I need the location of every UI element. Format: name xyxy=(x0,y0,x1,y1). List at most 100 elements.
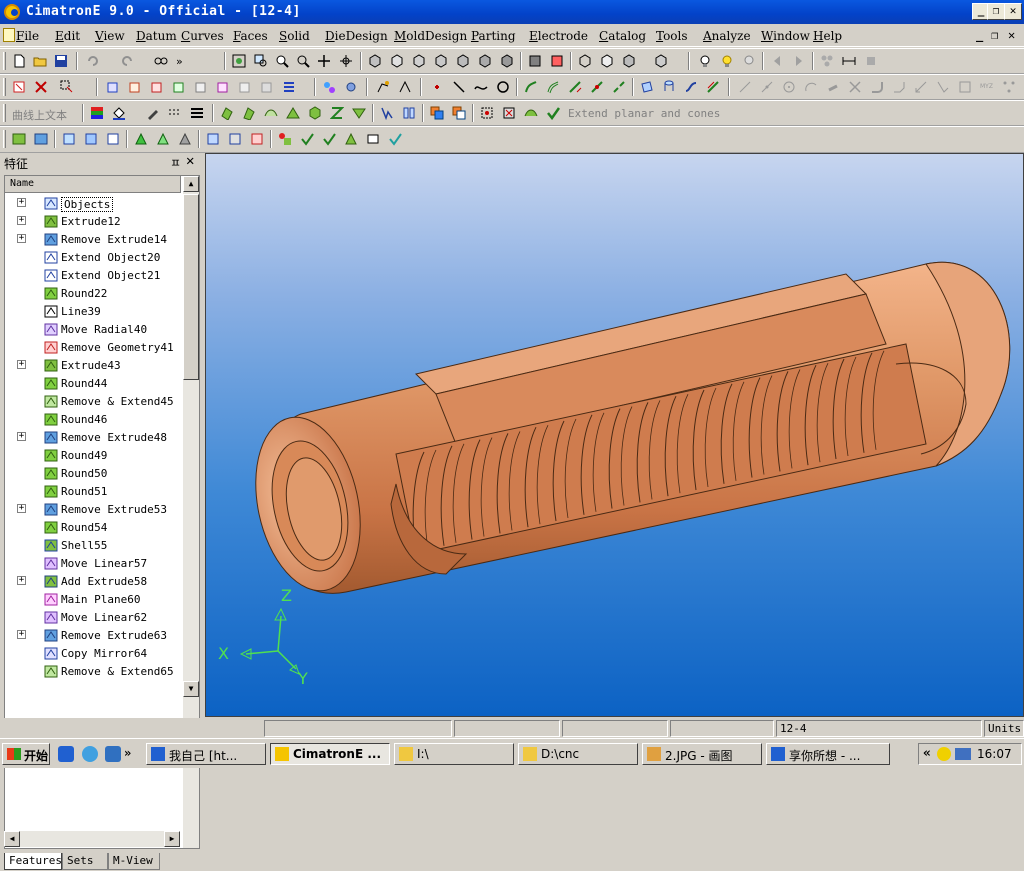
mold-plate-icon[interactable] xyxy=(32,130,50,148)
mesh-surface-icon[interactable] xyxy=(328,104,346,122)
connect-icon[interactable] xyxy=(320,78,338,96)
undo-icon[interactable] xyxy=(84,52,102,70)
view-iso-icon[interactable] xyxy=(366,52,384,70)
line-tool-icon[interactable] xyxy=(450,78,468,96)
tree-item[interactable]: Round49 xyxy=(5,446,183,464)
sketch-line-icon[interactable] xyxy=(736,78,754,96)
filter-edges-icon[interactable] xyxy=(126,78,144,96)
menu-window[interactable]: Window xyxy=(761,29,810,43)
scroll-left-icon[interactable]: ◀ xyxy=(4,831,20,847)
tree-item[interactable]: Line39 xyxy=(5,302,183,320)
parting-face-icon[interactable] xyxy=(60,130,78,148)
doc-restore-button[interactable]: ❐ xyxy=(991,28,998,42)
shading-icon[interactable] xyxy=(548,52,566,70)
sketch-arc-icon[interactable] xyxy=(802,78,820,96)
close-button[interactable]: ✕ xyxy=(1004,3,1022,20)
save-icon[interactable] xyxy=(52,52,70,70)
filter-sets-icon[interactable] xyxy=(214,78,232,96)
taskbar-button[interactable]: I:\ xyxy=(394,743,514,765)
more-quicklaunch-icon[interactable]: » xyxy=(124,746,134,762)
cylinder-part[interactable] xyxy=(241,261,1011,600)
start-button[interactable]: 开始 xyxy=(2,743,50,765)
view-right-icon[interactable] xyxy=(432,52,450,70)
electrode-icon[interactable] xyxy=(276,130,294,148)
tab-m-view[interactable]: M-View xyxy=(108,853,160,870)
render-icon[interactable] xyxy=(526,52,544,70)
light-settings-icon[interactable] xyxy=(740,52,758,70)
assembly-icon[interactable] xyxy=(818,52,836,70)
tree-item[interactable]: Main Plane60 xyxy=(5,590,183,608)
pan-icon[interactable] xyxy=(315,52,333,70)
taskbar-button[interactable]: 享你所想 - ... xyxy=(766,743,890,765)
check-undercut-icon[interactable] xyxy=(226,130,244,148)
expand-icon[interactable]: + xyxy=(17,360,26,369)
filter-curves-icon[interactable] xyxy=(148,78,166,96)
menu-file[interactable]: File xyxy=(16,29,39,43)
blank-icon[interactable] xyxy=(364,130,382,148)
coordinate-system-icon[interactable]: MYZ xyxy=(978,78,996,96)
filter-layers-icon[interactable] xyxy=(236,78,254,96)
glasses-icon[interactable] xyxy=(152,52,170,70)
cylinder-icon[interactable] xyxy=(660,78,678,96)
menu-parting[interactable]: Parting xyxy=(471,29,516,43)
tree-item[interactable]: Move Linear62 xyxy=(5,608,183,626)
tools-icon[interactable] xyxy=(862,52,880,70)
sketch-circle-icon[interactable] xyxy=(780,78,798,96)
sketch-points-icon[interactable] xyxy=(1000,78,1018,96)
open-folder-icon[interactable] xyxy=(31,52,49,70)
menu-view[interactable]: View xyxy=(95,29,125,43)
core-icon[interactable] xyxy=(132,130,150,148)
tree-item[interactable]: Shell55 xyxy=(5,536,183,554)
tree-item[interactable]: + Add Extrude58 xyxy=(5,572,183,590)
tree-item[interactable]: + Remove Extrude48 xyxy=(5,428,183,446)
taskbar-button[interactable]: CimatronE ... xyxy=(270,743,390,765)
tree-item[interactable]: Extend Object21 xyxy=(5,266,183,284)
sketch-box-icon[interactable] xyxy=(956,78,974,96)
pin-icon[interactable]: ㅍ xyxy=(170,154,181,171)
cancel-selection-icon[interactable] xyxy=(32,78,50,96)
split-icon[interactable] xyxy=(378,104,396,122)
arrow-left-icon[interactable] xyxy=(768,52,786,70)
spline-icon[interactable] xyxy=(522,78,540,96)
magnifier-icon[interactable] xyxy=(294,52,312,70)
extend-planar-icon[interactable] xyxy=(544,104,562,122)
line-style-icon[interactable] xyxy=(166,104,184,122)
network-tray-icon[interactable] xyxy=(955,748,971,760)
tree-item[interactable]: Round51 xyxy=(5,482,183,500)
menu-help[interactable]: Help xyxy=(813,29,842,43)
tree-item[interactable]: + Objects xyxy=(5,194,183,212)
fill-color-icon[interactable] xyxy=(110,104,128,122)
tree-item[interactable]: + Remove Extrude14 xyxy=(5,230,183,248)
tree-item[interactable]: + Remove Extrude53 xyxy=(5,500,183,518)
zoom-icon[interactable] xyxy=(273,52,291,70)
color-palette-icon[interactable] xyxy=(88,104,106,122)
filter-points-icon[interactable] xyxy=(170,78,188,96)
menu-diedesign[interactable]: DieDesign xyxy=(325,29,388,43)
revolve-tool-icon[interactable] xyxy=(240,104,258,122)
tray-expand-icon[interactable]: « xyxy=(923,746,931,761)
menu-curves[interactable]: Curves xyxy=(181,29,224,43)
doc-close-button[interactable]: ✕ xyxy=(1008,28,1015,42)
break-curve-icon[interactable] xyxy=(610,78,628,96)
sketch-chamfer-icon[interactable] xyxy=(890,78,908,96)
redo-icon[interactable] xyxy=(118,52,136,70)
measure-icon[interactable] xyxy=(840,52,858,70)
display-mode-icon[interactable] xyxy=(652,52,670,70)
graphics-viewport[interactable]: Z X Y xyxy=(205,153,1024,717)
slider-icon[interactable] xyxy=(176,130,194,148)
view-left-icon[interactable] xyxy=(454,52,472,70)
doc-minimize-button[interactable]: _ xyxy=(976,28,983,42)
menu-faces[interactable]: Faces xyxy=(233,29,268,43)
extrude-tool-icon[interactable] xyxy=(218,104,236,122)
filter-list-icon[interactable] xyxy=(280,78,298,96)
tree-item[interactable]: Copy Mirror64 xyxy=(5,644,183,662)
rotate-icon[interactable] xyxy=(337,52,355,70)
expand-icon[interactable]: + xyxy=(17,234,26,243)
mold-base-icon[interactable] xyxy=(10,130,28,148)
taskbar-button[interactable]: D:\cnc xyxy=(518,743,638,765)
sketch-fillet-icon[interactable] xyxy=(868,78,886,96)
arrow-right-icon[interactable] xyxy=(790,52,808,70)
browser-quicklaunch-icon[interactable] xyxy=(105,746,121,762)
scroll-thumb[interactable] xyxy=(183,194,199,380)
trim-curve-icon[interactable] xyxy=(566,78,584,96)
